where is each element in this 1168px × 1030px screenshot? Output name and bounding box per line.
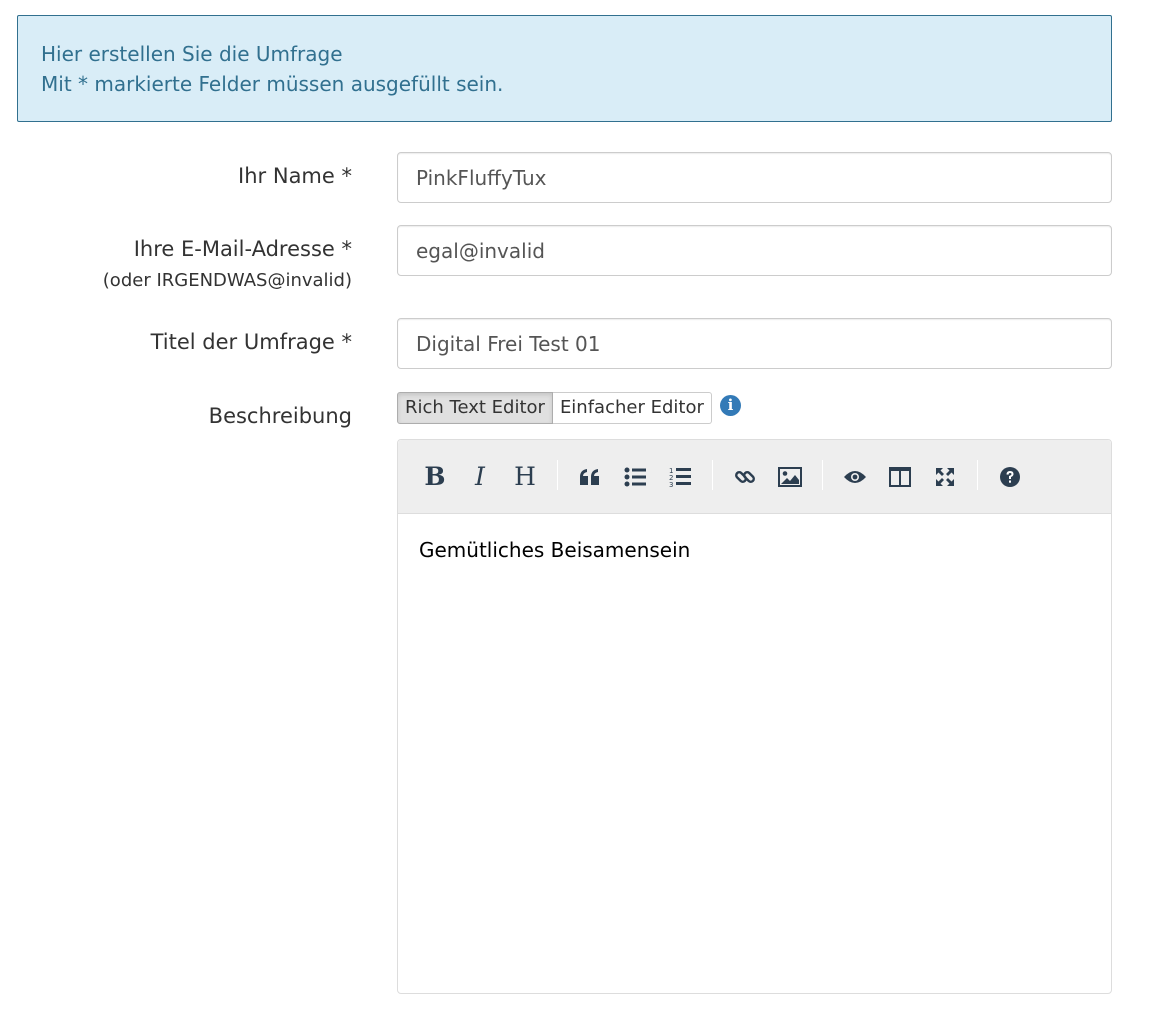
toolbar-separator	[977, 460, 978, 490]
bold-glyph: B	[424, 462, 446, 491]
name-label: Ihr Name *	[238, 164, 352, 188]
unordered-list-icon[interactable]	[618, 460, 652, 494]
heading-glyph: H	[514, 462, 536, 491]
email-input[interactable]	[397, 225, 1112, 276]
bold-icon[interactable]: B	[418, 460, 452, 494]
rich-text-editor-button[interactable]: Rich Text Editor	[397, 392, 553, 424]
link-icon[interactable]	[728, 460, 762, 494]
name-input[interactable]	[397, 152, 1112, 203]
info-icon[interactable]: i	[720, 395, 741, 416]
simple-editor-button[interactable]: Einfacher Editor	[552, 392, 712, 424]
alert-title: Hier erstellen Sie die Umfrage	[41, 42, 343, 66]
poll-title-input[interactable]	[397, 318, 1112, 369]
side-by-side-icon[interactable]	[883, 460, 917, 494]
editor-toolbar: B I H 1 2 3	[398, 440, 1111, 514]
toolbar-separator	[557, 460, 558, 490]
description-label: Beschreibung	[208, 404, 352, 428]
info-alert: Hier erstellen Sie die Umfrage Mit * mar…	[17, 15, 1112, 122]
toolbar-separator	[712, 460, 713, 490]
quote-icon[interactable]	[573, 460, 607, 494]
editor-toggle-group: Rich Text Editor Einfacher Editor	[397, 392, 712, 424]
preview-icon[interactable]	[838, 460, 872, 494]
alert-required-note: Mit * markierte Felder müssen ausgefüllt…	[41, 72, 504, 96]
poll-title-label: Titel der Umfrage *	[150, 330, 352, 354]
editor-content[interactable]: Gemütliches Beisamensein	[398, 514, 1111, 586]
italic-glyph: I	[475, 462, 485, 491]
image-icon[interactable]	[773, 460, 807, 494]
svg-text:3: 3	[669, 481, 673, 488]
email-label: Ihre E-Mail-Adresse *	[133, 237, 352, 261]
fullscreen-icon[interactable]	[928, 460, 962, 494]
toolbar-separator	[822, 460, 823, 490]
ordered-list-icon[interactable]: 1 2 3	[663, 460, 697, 494]
help-icon[interactable]	[993, 460, 1027, 494]
italic-icon[interactable]: I	[463, 460, 497, 494]
heading-icon[interactable]: H	[508, 460, 542, 494]
markdown-editor: B I H 1 2 3 Gemütliches Beisamensein	[397, 439, 1112, 994]
email-hint: (oder IRGENDWAS@invalid)	[102, 270, 352, 291]
